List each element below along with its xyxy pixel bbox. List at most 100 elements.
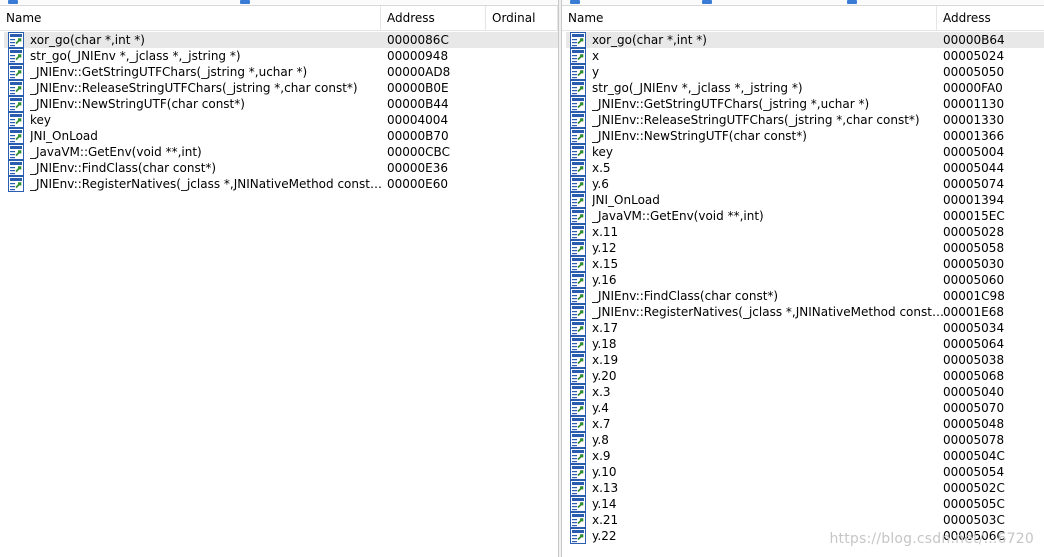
export-row[interactable]: key 00005004 xyxy=(566,144,1044,160)
ordinal-column-header[interactable]: Ordinal xyxy=(486,6,558,31)
export-row[interactable]: x.21 0000503C xyxy=(566,512,1044,528)
export-name: _JNIEnv::ReleaseStringUTFChars(_jstring … xyxy=(30,81,358,95)
export-row[interactable]: JNI_OnLoad 00000B70 xyxy=(4,128,558,144)
export-function-icon xyxy=(8,112,24,128)
export-name: _JNIEnv::NewStringUTF(char const*) xyxy=(592,129,807,143)
export-function-icon xyxy=(570,80,586,96)
export-address: 00005044 xyxy=(943,161,1005,175)
export-row[interactable]: y.6 00005074 xyxy=(566,176,1044,192)
export-name: _JNIEnv::RegisterNatives(_jclass *,JNINa… xyxy=(592,305,944,319)
export-row[interactable]: y.14 0000505C xyxy=(566,496,1044,512)
export-function-icon xyxy=(570,448,586,464)
export-address: 00005070 xyxy=(943,401,1005,415)
export-row[interactable]: _JNIEnv::NewStringUTF(char const*) 00000B… xyxy=(4,96,558,112)
export-row[interactable]: _JNIEnv::NewStringUTF(char const*) 000013… xyxy=(566,128,1044,144)
export-row[interactable]: _JNIEnv::GetStringUTFChars(_jstring *,uc… xyxy=(4,64,558,80)
export-row[interactable]: x.13 0000502C xyxy=(566,480,1044,496)
export-row[interactable]: _JNIEnv::RegisterNatives(_jclass *,JNINa… xyxy=(4,176,558,192)
export-function-icon xyxy=(570,224,586,240)
export-address: 0000502C xyxy=(943,481,1005,495)
export-row[interactable]: y.10 00005054 xyxy=(566,464,1044,480)
address-column-header[interactable]: Address xyxy=(937,6,1044,31)
export-row[interactable]: _JNIEnv::FindClass(char const*) 00001C98 xyxy=(566,288,1044,304)
export-row[interactable]: x.5 00005044 xyxy=(566,160,1044,176)
export-function-icon xyxy=(570,352,586,368)
export-address: 00001330 xyxy=(943,113,1005,127)
export-name: x.21 xyxy=(592,513,619,527)
export-row[interactable]: _JNIEnv::RegisterNatives(_jclass *,JNINa… xyxy=(566,304,1044,320)
right-exports-panel: Name Address xor_go(char *,int *) 00000B6… xyxy=(562,0,1044,557)
export-function-icon xyxy=(570,320,586,336)
export-name: _JNIEnv::GetStringUTFChars(_jstring *,uc… xyxy=(30,65,308,79)
tab-icon xyxy=(570,0,580,4)
export-address: 00005060 xyxy=(943,273,1005,287)
right-column-header: Name Address xyxy=(562,6,1044,31)
export-address: 00005068 xyxy=(943,369,1005,383)
export-row[interactable]: _JNIEnv::FindClass(char const*) 00000E36 xyxy=(4,160,558,176)
export-row[interactable]: x.7 00005048 xyxy=(566,416,1044,432)
export-function-icon xyxy=(570,480,586,496)
export-address: 00005038 xyxy=(943,353,1005,367)
export-name: y.14 xyxy=(592,497,617,511)
export-function-icon xyxy=(8,128,24,144)
export-row[interactable]: xor_go(char *,int *) 00000B64 xyxy=(566,32,1044,48)
export-address: 00000E36 xyxy=(387,161,449,175)
export-row[interactable]: xor_go(char *,int *) 0000086C xyxy=(4,32,558,48)
export-function-icon xyxy=(570,176,586,192)
export-row[interactable]: y 00005050 xyxy=(566,64,1044,80)
export-name: x.15 xyxy=(592,257,619,271)
export-row[interactable]: _JNIEnv::ReleaseStringUTFChars(_jstring … xyxy=(4,80,558,96)
export-row[interactable]: _JavaVM::GetEnv(void **,int) 00000CBC xyxy=(4,144,558,160)
export-row[interactable]: y.12 00005058 xyxy=(566,240,1044,256)
export-name: _JavaVM::GetEnv(void **,int) xyxy=(592,209,764,223)
export-row[interactable]: key 00004004 xyxy=(4,112,558,128)
export-row[interactable]: x 00005024 xyxy=(566,48,1044,64)
export-row[interactable]: y.4 00005070 xyxy=(566,400,1044,416)
export-row[interactable]: _JavaVM::GetEnv(void **,int) 000015EC xyxy=(566,208,1044,224)
address-column-header[interactable]: Address xyxy=(381,6,486,31)
name-column-header[interactable]: Name xyxy=(0,6,381,31)
export-function-icon xyxy=(570,112,586,128)
export-row[interactable]: str_go(_JNIEnv *,_jclass *,_jstring *) 00… xyxy=(566,80,1044,96)
export-function-icon xyxy=(8,144,24,160)
name-column-header[interactable]: Name xyxy=(562,6,937,31)
export-row[interactable]: x.17 00005034 xyxy=(566,320,1044,336)
watermark-text: https://blog.csdn.net/...6720 xyxy=(829,531,1034,547)
export-row[interactable]: y.8 00005078 xyxy=(566,432,1044,448)
export-address: 00005040 xyxy=(943,385,1005,399)
export-name: _JNIEnv::FindClass(char const*) xyxy=(30,161,217,175)
export-address: 00005058 xyxy=(943,241,1005,255)
export-address: 00000CBC xyxy=(387,145,450,159)
export-name: x.9 xyxy=(592,449,611,463)
export-name: xor_go(char *,int *) xyxy=(30,33,145,47)
export-row[interactable]: y.16 00005060 xyxy=(566,272,1044,288)
export-address: 0000086C xyxy=(387,33,449,47)
export-row[interactable]: x.15 00005030 xyxy=(566,256,1044,272)
export-name: _JNIEnv::FindClass(char const*) xyxy=(592,289,779,303)
export-name: key xyxy=(30,113,52,127)
export-address: 00000B70 xyxy=(387,129,449,143)
export-row[interactable]: y.20 00005068 xyxy=(566,368,1044,384)
export-address: 00000B44 xyxy=(387,97,449,111)
export-row[interactable]: JNI_OnLoad 00001394 xyxy=(566,192,1044,208)
export-address: 0000505C xyxy=(943,497,1005,511)
export-address: 00000E60 xyxy=(387,177,449,191)
export-name: x.3 xyxy=(592,385,611,399)
export-row[interactable]: x.19 00005038 xyxy=(566,352,1044,368)
export-function-icon xyxy=(8,96,24,112)
export-function-icon xyxy=(570,208,586,224)
export-name: _JNIEnv::ReleaseStringUTFChars(_jstring … xyxy=(592,113,920,127)
export-row[interactable]: x.11 00005028 xyxy=(566,224,1044,240)
export-row[interactable]: str_go(_JNIEnv *,_jclass *,_jstring *) 00… xyxy=(4,48,558,64)
export-function-icon xyxy=(570,416,586,432)
export-address: 00005074 xyxy=(943,177,1005,191)
export-row[interactable]: _JNIEnv::ReleaseStringUTFChars(_jstring … xyxy=(566,112,1044,128)
export-row[interactable]: y.18 00005064 xyxy=(566,336,1044,352)
export-row[interactable]: x.9 0000504C xyxy=(566,448,1044,464)
export-function-icon xyxy=(570,48,586,64)
export-name: y.8 xyxy=(592,433,609,447)
left-exports-panel: Name Address Ordinal xor_go(char *,int *… xyxy=(0,0,558,557)
left-column-header: Name Address Ordinal xyxy=(0,6,558,31)
export-row[interactable]: x.3 00005040 xyxy=(566,384,1044,400)
export-row[interactable]: _JNIEnv::GetStringUTFChars(_jstring *,uc… xyxy=(566,96,1044,112)
